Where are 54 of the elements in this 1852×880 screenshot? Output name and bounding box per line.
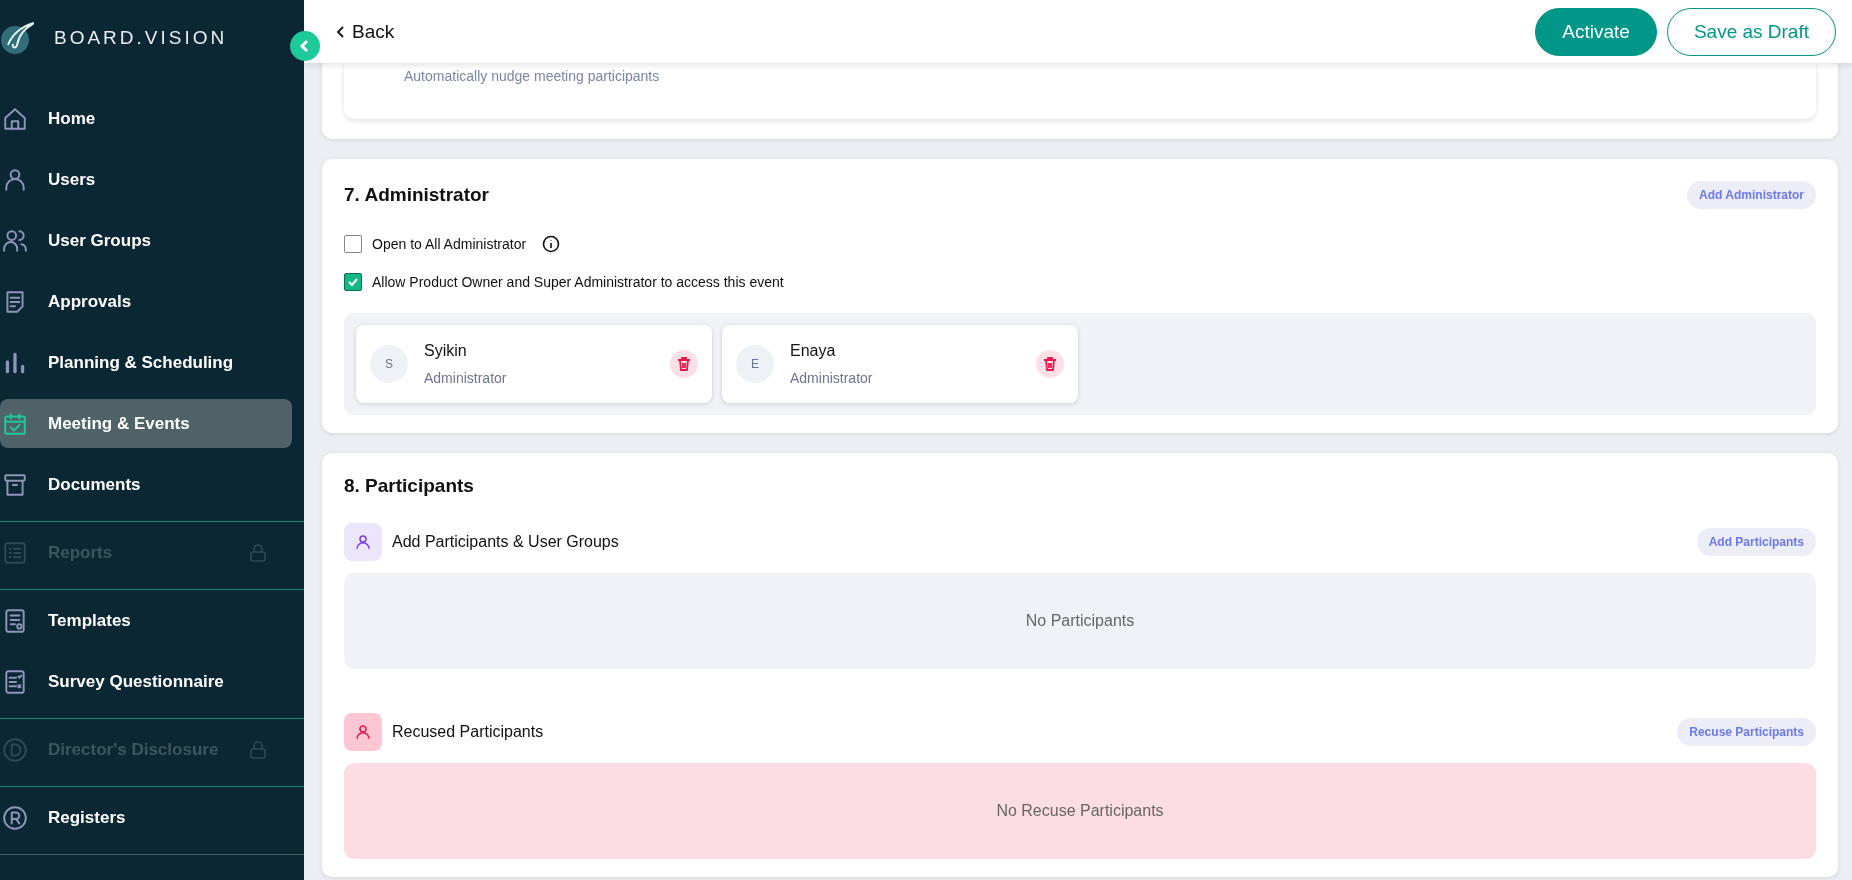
checkbox[interactable] <box>344 235 362 253</box>
checkbox-label: Allow Product Owner and Super Administrator to access this event <box>372 274 784 290</box>
list-icon <box>2 539 28 566</box>
registered-icon <box>2 804 28 831</box>
trash-icon <box>1042 356 1058 372</box>
user-icon <box>2 166 28 193</box>
save-draft-button[interactable]: Save as Draft <box>1666 7 1836 56</box>
nav-item[interactable]: Users <box>0 155 292 204</box>
calendar-check-icon <box>2 410 28 437</box>
collapse-button[interactable] <box>290 31 320 61</box>
setting-description: Automatically nudge meeting participants <box>404 68 660 84</box>
checkbox-label: Open to All Administrator <box>372 236 527 252</box>
nav-item[interactable]: Approvals <box>0 277 292 326</box>
archive-icon <box>2 471 28 498</box>
delete-button[interactable] <box>670 350 698 378</box>
delete-button[interactable] <box>1036 350 1064 378</box>
nav-item[interactable]: Meeting & Events <box>0 399 292 448</box>
user-icon <box>344 523 382 561</box>
trash-icon <box>676 356 692 372</box>
administrator-role: Administrator <box>424 370 508 386</box>
group-title: Recused Participants <box>392 723 545 741</box>
administrator-name: Syikin <box>424 342 468 360</box>
back-link[interactable]: Back <box>336 20 395 43</box>
nav-item[interactable]: Documents <box>0 460 292 509</box>
section-title: 8. Participants <box>344 475 474 497</box>
checkmark-icon <box>347 276 359 288</box>
logo-icon <box>0 21 34 55</box>
nav-item[interactable]: User Groups <box>0 216 292 265</box>
info-icon[interactable] <box>542 235 561 253</box>
user-icon <box>344 713 382 751</box>
administrator-name: Enaya <box>790 342 837 360</box>
nav-item[interactable]: Survey Questionnaire <box>0 657 292 706</box>
section-title: 7. Administrator <box>344 184 489 206</box>
checklist-icon <box>2 668 28 695</box>
lock-icon <box>248 739 268 760</box>
nav-item[interactable]: Home <box>0 94 292 143</box>
avatar: E <box>736 345 774 383</box>
nav-item[interactable]: Templates <box>0 596 292 645</box>
users-icon <box>2 227 28 254</box>
group-title: Add Participants & User Groups <box>392 533 620 551</box>
checkbox[interactable] <box>344 273 362 291</box>
nav-item[interactable]: Planning & Scheduling <box>0 338 292 387</box>
letter-d-icon <box>2 736 28 763</box>
nav-item[interactable]: Registers <box>0 793 292 842</box>
empty-state: No Recuse Participants <box>344 763 1816 859</box>
administrator-role: Administrator <box>790 370 874 386</box>
brand-name: BOARD.VISION <box>54 27 228 49</box>
lock-icon <box>248 542 268 563</box>
empty-state: No Participants <box>344 573 1816 669</box>
avatar: S <box>370 345 408 383</box>
chevron-left-icon <box>336 24 346 39</box>
activate-button[interactable]: Activate <box>1535 7 1657 56</box>
home-icon <box>2 105 28 132</box>
template-icon <box>2 607 28 634</box>
